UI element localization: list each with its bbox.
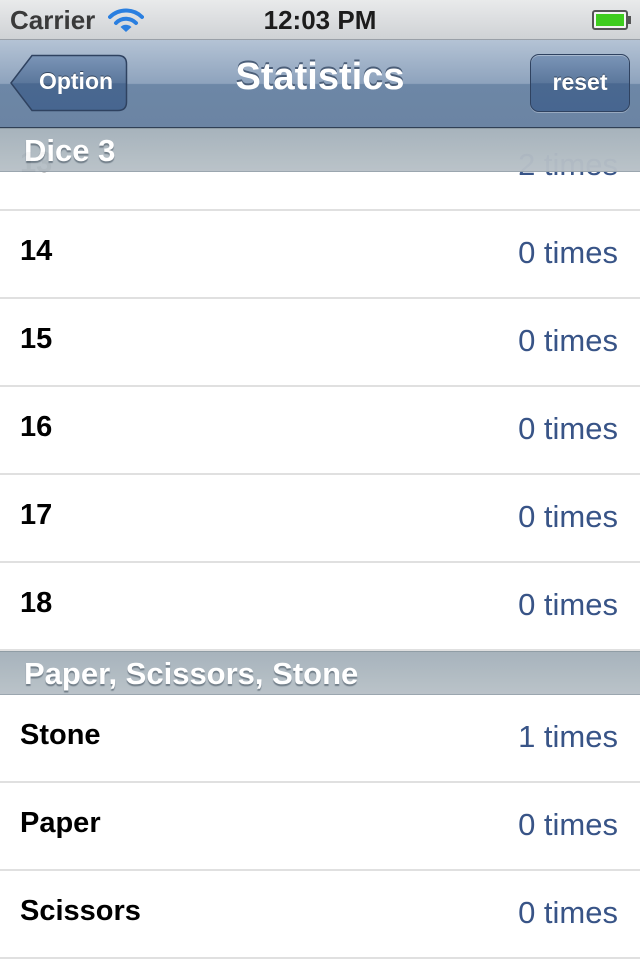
table-row[interactable]: Paper 0 times (0, 783, 640, 871)
table-row[interactable]: 17 0 times (0, 475, 640, 563)
navigation-bar: Option Statistics reset (0, 40, 640, 128)
row-value: 1 times (518, 719, 618, 754)
row-label: 14 (20, 235, 53, 267)
row-label: 16 (20, 411, 53, 443)
reset-button-label: reset (552, 69, 608, 95)
page-title: Statistics (235, 56, 405, 98)
section-header-paper-scissors-stone: Paper, Scissors, Stone (0, 651, 640, 695)
table-row[interactable]: 14 0 times (0, 211, 640, 299)
row-value: 0 times (518, 499, 618, 534)
table-row[interactable]: Stone 1 times (0, 695, 640, 783)
section-title: Dice 3 (24, 133, 116, 168)
reset-button[interactable]: reset (530, 54, 630, 112)
screen: Carrier 12:03 PM Option Statistics reset… (0, 0, 640, 960)
row-value: 0 times (518, 807, 618, 842)
row-label: 15 (20, 323, 53, 355)
row-label: Stone (20, 719, 101, 751)
row-value: 0 times (518, 235, 618, 270)
table-row[interactable]: 18 0 times (0, 563, 640, 651)
statistics-table[interactable]: Dice 3 13 2 times 14 0 times 15 0 times … (0, 128, 640, 960)
status-bar: Carrier 12:03 PM (0, 0, 640, 40)
battery-icon (592, 10, 631, 30)
row-label: 18 (20, 587, 53, 619)
row-value: 0 times (518, 587, 618, 622)
row-value: 0 times (518, 895, 618, 930)
row-label: Paper (20, 807, 101, 839)
row-value: 0 times (518, 411, 618, 446)
back-button[interactable]: Option (10, 54, 128, 112)
table-row[interactable]: Scissors 0 times (0, 871, 640, 959)
status-time: 12:03 PM (263, 5, 377, 35)
row-label: 17 (20, 499, 53, 531)
row-value: 0 times (518, 323, 618, 358)
back-button-label: Option (38, 68, 114, 94)
row-label: Scissors (20, 895, 141, 927)
section-header-dice-3: Dice 3 (0, 128, 640, 172)
table-row[interactable]: 16 0 times (0, 387, 640, 475)
section-title: Paper, Scissors, Stone (24, 656, 359, 691)
table-row[interactable]: 15 0 times (0, 299, 640, 387)
